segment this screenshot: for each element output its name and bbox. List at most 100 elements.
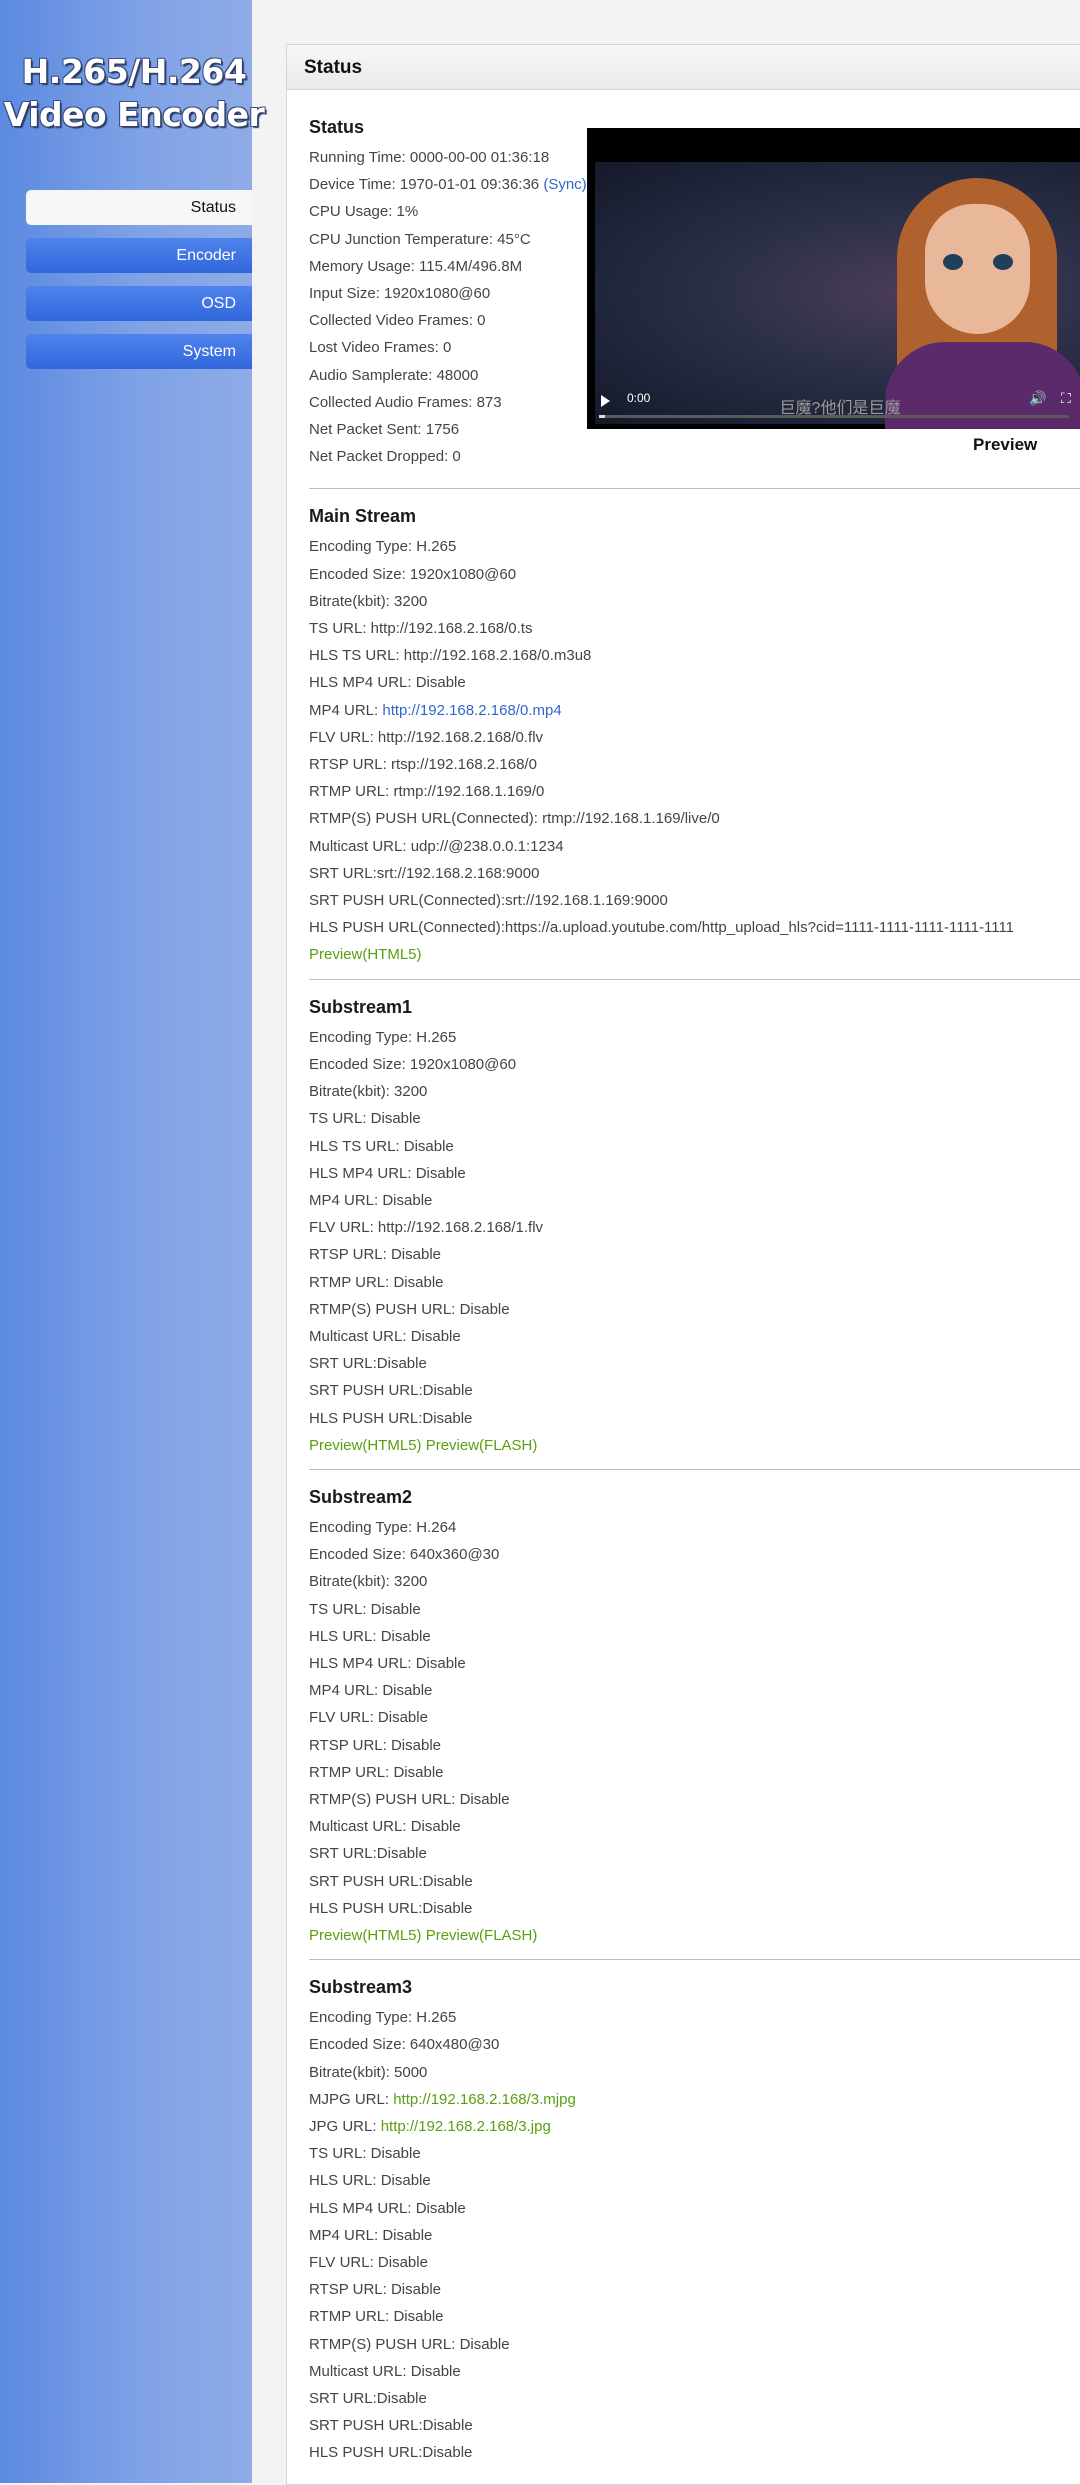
- preview-caption: Preview: [973, 435, 1038, 454]
- panel-title: Status: [287, 45, 1080, 90]
- nav-item-osd[interactable]: OSD: [26, 286, 252, 321]
- substream3-line: SRT PUSH URL:Disable: [309, 2417, 473, 2435]
- substream1-line: MP4 URL: Disable: [309, 1191, 433, 1209]
- device-time: Device Time: 1970-01-01 09:36:36: [309, 176, 540, 194]
- video-progress-fill: [599, 415, 605, 418]
- mp4-url-label: MP4 URL:: [309, 701, 383, 719]
- substream3-line: SRT URL:Disable: [309, 2390, 427, 2408]
- main-stream-line: TS URL: http://192.168.2.168/0.ts: [309, 620, 533, 638]
- jpg-url-link[interactable]: http://192.168.2.168/3.jpg: [381, 2118, 551, 2135]
- substream3-line: RTSP URL: Disable: [309, 2281, 441, 2299]
- play-icon[interactable]: [601, 395, 610, 407]
- nav-item-system[interactable]: System: [26, 334, 252, 369]
- fullscreen-icon[interactable]: ⛶: [1061, 390, 1071, 407]
- substream3-line: FLV URL: Disable: [309, 2254, 428, 2272]
- video-figure-eye: [993, 254, 1013, 270]
- substream1-line: RTMP(S) PUSH URL: Disable: [309, 1300, 510, 1318]
- substream3-line: Encoding Type: H.265: [309, 2009, 457, 2027]
- substream1-line: SRT PUSH URL:Disable: [309, 1382, 473, 1400]
- substream1-line: RTMP URL: Disable: [309, 1273, 444, 1291]
- substream2-line: SRT URL:Disable: [309, 1845, 427, 1863]
- substream1-line: HLS MP4 URL: Disable: [309, 1164, 466, 1182]
- substream1-line: Encoded Size: 1920x1080@60: [309, 1055, 517, 1073]
- substream2-line: HLS URL: Disable: [309, 1627, 431, 1645]
- sync-link[interactable]: (Sync): [543, 176, 586, 193]
- substream3-line: HLS URL: Disable: [309, 2172, 431, 2190]
- nav-item-status[interactable]: Status: [26, 190, 252, 225]
- substream2-line: RTSP URL: Disable: [309, 1736, 441, 1754]
- substream3-line: HLS MP4 URL: Disable: [309, 2199, 466, 2217]
- volume-icon[interactable]: 🔊: [1029, 390, 1046, 407]
- substream3-line: TS URL: Disable: [309, 2145, 421, 2163]
- jpg-url-row: JPG URL: http://192.168.2.168/3.jpg: [309, 2113, 1080, 2140]
- main-stream-title: Main Stream: [309, 506, 417, 527]
- substream3-line: RTMP URL: Disable: [309, 2308, 444, 2326]
- substream1-title: Substream1: [309, 996, 413, 1017]
- video-figure-eye: [943, 254, 963, 270]
- substream2-line: HLS PUSH URL:Disable: [309, 1899, 473, 1917]
- main-stream-line: Encoding Type: H.265: [309, 538, 457, 556]
- substream1-section: Substream1 Encoding Type: H.265 Encoded …: [309, 990, 1080, 1470]
- substream3-section: Substream3 Encoding Type: H.265 Encoded …: [309, 1970, 1080, 2466]
- substream2-line: HLS MP4 URL: Disable: [309, 1654, 466, 1672]
- mp4-url-link[interactable]: http://192.168.2.168/0.mp4: [382, 702, 561, 719]
- substream3-line: Bitrate(kbit): 5000: [309, 2063, 428, 2081]
- substream1-line: FLV URL: http://192.168.2.168/1.flv: [309, 1219, 544, 1237]
- substream2-line: Bitrate(kbit): 3200: [309, 1573, 428, 1591]
- substream2-line: FLV URL: Disable: [309, 1709, 428, 1727]
- mjpg-url-link[interactable]: http://192.168.2.168/3.mjpg: [393, 2091, 576, 2108]
- video-time: 0:00: [627, 391, 651, 405]
- main-stream-line: Multicast URL: udp://@238.0.0.1:1234: [309, 837, 564, 855]
- substream2-line: Encoded Size: 640x360@30: [309, 1546, 500, 1564]
- substream1-line: TS URL: Disable: [309, 1110, 421, 1128]
- main-stream-line: Bitrate(kbit): 3200: [309, 592, 428, 610]
- substream1-line: SRT URL:Disable: [309, 1355, 427, 1373]
- divider: [309, 1468, 1080, 1470]
- main-stream-line: FLV URL: http://192.168.2.168/0.flv: [309, 728, 544, 746]
- main-stream-line: RTMP(S) PUSH URL(Connected): rtmp://192.…: [309, 810, 720, 828]
- substream2-line: RTMP(S) PUSH URL: Disable: [309, 1790, 510, 1808]
- mjpg-url-row: MJPG URL: http://192.168.2.168/3.mjpg: [309, 2086, 1080, 2113]
- substream2-line: Encoding Type: H.264: [309, 1518, 457, 1536]
- preview-html5-link[interactable]: Preview(HTML5): [309, 1437, 422, 1454]
- preview-html5-link[interactable]: Preview(HTML5): [309, 1927, 422, 1944]
- main-stream-line: HLS MP4 URL: Disable: [309, 674, 466, 692]
- substream1-line: Bitrate(kbit): 3200: [309, 1083, 428, 1101]
- logo: H.265/H.264 Video Encoder: [0, 50, 268, 136]
- video-controls: 0:00 🔊 ⛶: [587, 381, 1080, 429]
- substream3-line: Multicast URL: Disable: [309, 2362, 461, 2380]
- video-progress-bar[interactable]: [599, 415, 1069, 418]
- main-stream-line: RTSP URL: rtsp://192.168.2.168/0: [309, 756, 537, 774]
- substream3-line: Encoded Size: 640x480@30: [309, 2036, 500, 2054]
- nav-item-encoder[interactable]: Encoder: [26, 238, 252, 273]
- video-player[interactable]: 巨魔?他们是巨魔 0:00 🔊 ⛶: [587, 128, 1080, 429]
- preview-flash-link[interactable]: Preview(FLASH): [426, 1927, 538, 1944]
- mp4-url-row: MP4 URL: http://192.168.2.168/0.mp4: [309, 697, 1080, 724]
- nav-menu: Status Encoder OSD System: [26, 190, 252, 382]
- preview-row: Preview(HTML5) Preview(FLASH): [309, 1922, 1080, 1949]
- substream2-line: Multicast URL: Disable: [309, 1818, 461, 1836]
- substream1-line: RTSP URL: Disable: [309, 1246, 441, 1264]
- main-stream-line: RTMP URL: rtmp://192.168.1.169/0: [309, 783, 545, 801]
- main-stream-section: Main Stream Encoding Type: H.265 Encoded…: [309, 499, 1080, 980]
- preview-flash-link[interactable]: Preview(FLASH): [426, 1437, 538, 1454]
- preview-row: Preview(HTML5): [309, 941, 1080, 968]
- divider: [309, 978, 1080, 980]
- logo-line2: Video Encoder: [3, 95, 265, 134]
- logo-line1: H.265/H.264: [21, 52, 247, 91]
- status-content: Status Running Time: 0000-00-00 01:36:18…: [309, 110, 1080, 2467]
- main-stream-line: SRT PUSH URL(Connected):srt://192.168.1.…: [309, 892, 668, 910]
- substream3-line: MP4 URL: Disable: [309, 2226, 433, 2244]
- divider: [309, 488, 1080, 490]
- jpg-url-label: JPG URL:: [309, 2118, 381, 2135]
- substream2-line: RTMP URL: Disable: [309, 1763, 444, 1781]
- substream2-line: SRT PUSH URL:Disable: [309, 1872, 473, 1890]
- substream1-line: HLS PUSH URL:Disable: [309, 1409, 473, 1427]
- main-stream-line: HLS PUSH URL(Connected):https://a.upload…: [309, 919, 1015, 937]
- preview-html5-link[interactable]: Preview(HTML5): [309, 946, 422, 963]
- preview-row: Preview(HTML5) Preview(FLASH): [309, 1432, 1080, 1459]
- main-stream-line: HLS TS URL: http://192.168.2.168/0.m3u8: [309, 647, 592, 665]
- divider: [309, 1959, 1080, 1961]
- status-line: Net Packet Dropped: 0: [309, 448, 461, 466]
- video-figure-face: [925, 204, 1030, 334]
